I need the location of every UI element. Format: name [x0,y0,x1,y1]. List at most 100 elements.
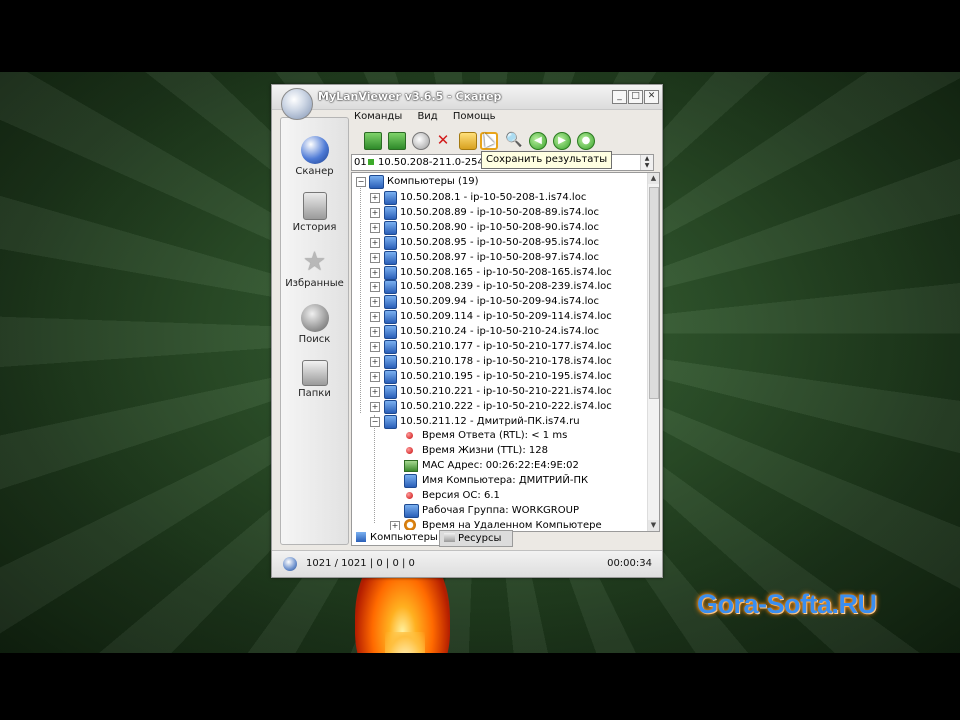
scanner-globe-icon [300,136,329,164]
range-status-icon [368,159,374,165]
computer-icon [384,235,397,250]
sidebar-item-label: Папки [298,388,331,399]
tree-root-label: Компьютеры (19) [387,176,479,187]
title-bar[interactable]: MyLanViewer v3.6.5 - Сканер _ □ ✕ [272,85,662,120]
status-counts: 1021 / 1021 | 0 | 0 | 0 [306,558,415,569]
sidebar-item-folders[interactable]: Папки [281,360,348,399]
host-label: 10.50.208.239 - ip-10-50-208-239.is74.lo… [400,281,612,293]
start-scan-icon[interactable] [364,132,382,150]
refresh-icon[interactable]: ● [577,132,595,150]
minimize-button[interactable]: _ [612,90,627,104]
detail-label: Время Жизни (TTL): 128 [422,445,548,457]
computer-icon [384,340,397,354]
expand-icon[interactable]: + [370,267,380,278]
expand-icon[interactable]: + [370,252,380,263]
host-label: 10.50.208.89 - ip-10-50-208-89.is74.loc [400,206,600,218]
toolbar: ✕ 🔍 ◀ ▶ ● [354,130,654,152]
range-spinner[interactable]: ▲ ▼ [640,155,653,170]
sidebar-item-label: Сканер [295,166,334,177]
scroll-up-icon[interactable]: ▲ [648,173,659,184]
expand-icon[interactable]: + [370,193,380,203]
settings-gauge-icon[interactable] [412,132,430,150]
scan-range-icon[interactable] [388,132,406,150]
remote-time-icon [404,518,416,531]
detail-label: MAC Адрес: 00:26:22:E4:9E:02 [422,460,579,472]
computer-icon [384,414,397,429]
detail-label: Имя Компьютера: ДМИТРИЙ-ПК [422,475,589,487]
host-label: 10.50.210.221 - ip-10-50-210-221.is74.lo… [400,385,612,397]
back-icon[interactable]: ◀ [529,132,547,150]
expand-icon[interactable]: + [370,356,380,367]
menu-help[interactable]: Помощь [453,111,496,122]
response-time-icon [406,432,413,440]
computer-icon [384,310,397,325]
host-label: 10.50.210.195 - ip-10-50-210-195.is74.lo… [400,370,612,382]
computer-icon [384,280,397,295]
expand-icon[interactable]: + [370,401,380,412]
expand-icon[interactable]: + [370,282,380,293]
computer-icon [384,191,397,205]
range-value: 10.50.208-211.0-254 [378,157,484,168]
expand-icon[interactable]: + [370,222,380,233]
search-icon [300,304,329,332]
maximize-button[interactable]: □ [628,90,643,104]
expand-icon[interactable]: + [370,312,380,323]
computer-icon [384,295,397,310]
resources-tab-icon [444,533,455,542]
sidebar-item-history[interactable]: История [281,192,348,233]
sidebar-item-search[interactable]: Поиск [281,304,348,345]
host-label: 10.50.210.24 - ip-10-50-210-24.is74.loc [400,326,600,338]
history-icon [302,192,327,220]
sidebar-item-label: История [292,222,337,233]
tree-scrollbar[interactable]: ▲ ▼ [647,173,659,531]
scroll-thumb[interactable] [649,187,659,399]
tab-label: Компьютеры [370,532,438,543]
menu-commands[interactable]: Команды [354,111,402,122]
expand-icon[interactable]: + [370,237,380,248]
sidebar: Сканер История ★ Избранные Поиск Папки [280,117,349,545]
detail-label: Рабочая Группа: WORKGROUP [422,504,579,516]
expand-icon[interactable]: + [370,371,380,382]
sidebar-item-scanner[interactable]: Сканер [281,136,348,177]
sidebar-item-label: Поиск [298,334,331,345]
tab-computers[interactable]: Компьютеры [351,530,453,546]
menu-bar: Команды Вид Помощь [354,111,508,127]
computer-icon [384,265,397,280]
status-bar: 1021 / 1021 | 0 | 0 | 0 00:00:34 [272,550,662,577]
computers-tab-icon [356,532,366,542]
computers-group-icon [369,175,384,189]
host-label: 10.50.210.177 - ip-10-50-210-177.is74.lo… [400,341,612,352]
expand-icon[interactable]: + [370,386,380,397]
close-button[interactable]: ✕ [644,90,659,104]
expand-icon[interactable]: + [370,342,380,352]
flame-core [385,632,425,653]
range-prefix: 01 [354,157,367,168]
computer-icon [384,205,397,220]
computer-icon [384,399,397,414]
expand-icon[interactable]: + [370,327,380,338]
folders-icon [301,360,328,386]
menu-view[interactable]: Вид [417,111,437,122]
host-label: 10.50.208.95 - ip-10-50-208-95.is74.loc [400,236,600,248]
find-icon[interactable]: 🔍 [505,132,522,148]
computer-icon [384,325,397,340]
sidebar-item-favorites[interactable]: ★ Избранные [281,248,348,289]
computer-icon [384,220,397,235]
computer-name-icon [404,474,417,489]
forward-icon[interactable]: ▶ [553,132,571,150]
mac-address-icon [404,460,418,473]
detail-label: Время Ответа (RTL): < 1 ms [422,430,568,442]
expand-icon[interactable]: + [370,207,380,218]
tab-label: Ресурсы [458,533,502,544]
delete-icon[interactable]: ✕ [435,132,451,148]
open-folder-icon[interactable] [459,132,477,150]
host-label: 10.50.209.94 - ip-10-50-209-94.is74.loc [400,296,600,308]
host-label: 10.50.208.90 - ip-10-50-208-90.is74.loc [400,221,600,233]
app-orb-icon[interactable] [281,88,313,120]
save-results-tooltip: Сохранить результаты [481,151,613,169]
collapse-icon[interactable]: − [370,416,380,427]
tab-resources[interactable]: Ресурсы [439,530,513,547]
expand-icon[interactable]: + [370,297,380,308]
collapse-icon[interactable]: − [356,177,366,187]
detail-label: Версия ОС: 6.1 [422,490,500,501]
